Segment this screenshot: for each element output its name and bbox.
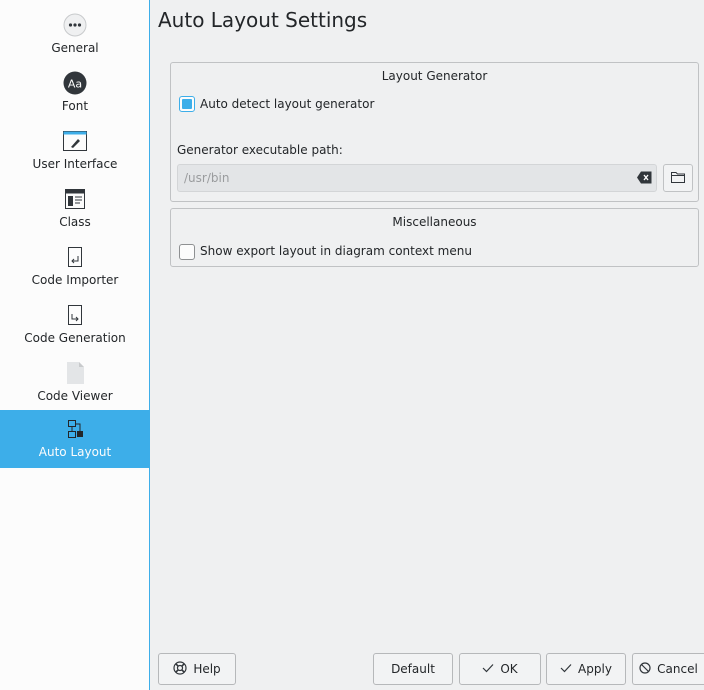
help-icon: [173, 660, 187, 678]
sidebar-item-user-interface[interactable]: User Interface: [0, 122, 150, 180]
ok-button[interactable]: OK: [459, 653, 541, 685]
generator-path-label: Generator executable path:: [177, 143, 343, 157]
auto-detect-label: Auto detect layout generator: [200, 97, 375, 111]
sidebar-item-code-importer[interactable]: Code Importer: [0, 238, 150, 296]
cancel-icon: [639, 661, 651, 677]
default-label: Default: [391, 662, 435, 676]
sidebar-item-label: Font: [61, 99, 89, 113]
sidebar-item-general[interactable]: General: [0, 6, 150, 64]
code-importer-icon: [62, 244, 88, 270]
code-generation-icon: [62, 302, 88, 328]
miscellaneous-group: Miscellaneous: [170, 208, 699, 267]
sidebar-item-label: Class: [59, 215, 91, 229]
sidebar-item-font[interactable]: Aa Font: [0, 64, 150, 122]
svg-text:Aa: Aa: [68, 78, 82, 91]
ok-label: OK: [500, 662, 518, 676]
font-icon: Aa: [62, 70, 88, 96]
browse-button[interactable]: [663, 164, 693, 192]
sidebar-item-label: Auto Layout: [38, 445, 112, 459]
cancel-label: Cancel: [657, 662, 698, 676]
code-viewer-icon: [62, 360, 88, 386]
group-title: Layout Generator: [381, 69, 488, 83]
page-title: Auto Layout Settings: [158, 8, 368, 32]
user-interface-icon: [62, 128, 88, 154]
auto-layout-icon: [62, 416, 88, 442]
apply-label: Apply: [578, 662, 612, 676]
apply-button[interactable]: Apply: [546, 653, 626, 685]
clear-text-icon[interactable]: [637, 171, 652, 184]
auto-detect-checkbox[interactable]: [179, 96, 195, 112]
sidebar-item-label: Code Generation: [24, 331, 126, 345]
sidebar-item-label: Code Importer: [31, 273, 119, 287]
help-button[interactable]: Help: [158, 653, 236, 685]
sidebar-item-auto-layout[interactable]: Auto Layout: [0, 410, 150, 468]
sidebar: General Aa Font User Interface Class Cod…: [0, 0, 150, 690]
folder-icon: [671, 171, 685, 186]
sidebar-item-label: User Interface: [32, 157, 118, 171]
sidebar-item-label: General: [51, 41, 99, 55]
sidebar-item-code-generation[interactable]: Code Generation: [0, 296, 150, 354]
default-button[interactable]: Default: [373, 653, 453, 685]
sidebar-item-code-viewer[interactable]: Code Viewer: [0, 354, 150, 412]
show-export-label: Show export layout in diagram context me…: [200, 244, 472, 258]
group-title: Miscellaneous: [392, 215, 477, 229]
check-icon: [482, 662, 494, 676]
generator-path-input[interactable]: /usr/bin: [177, 164, 657, 192]
check-icon: [560, 662, 572, 676]
sidebar-item-label: Code Viewer: [37, 389, 113, 403]
show-export-checkbox[interactable]: [179, 244, 195, 260]
sidebar-item-class[interactable]: Class: [0, 180, 150, 238]
class-icon: [62, 186, 88, 212]
cancel-button[interactable]: Cancel: [632, 653, 704, 685]
ellipsis-icon: [62, 12, 88, 38]
help-label: Help: [193, 662, 221, 676]
